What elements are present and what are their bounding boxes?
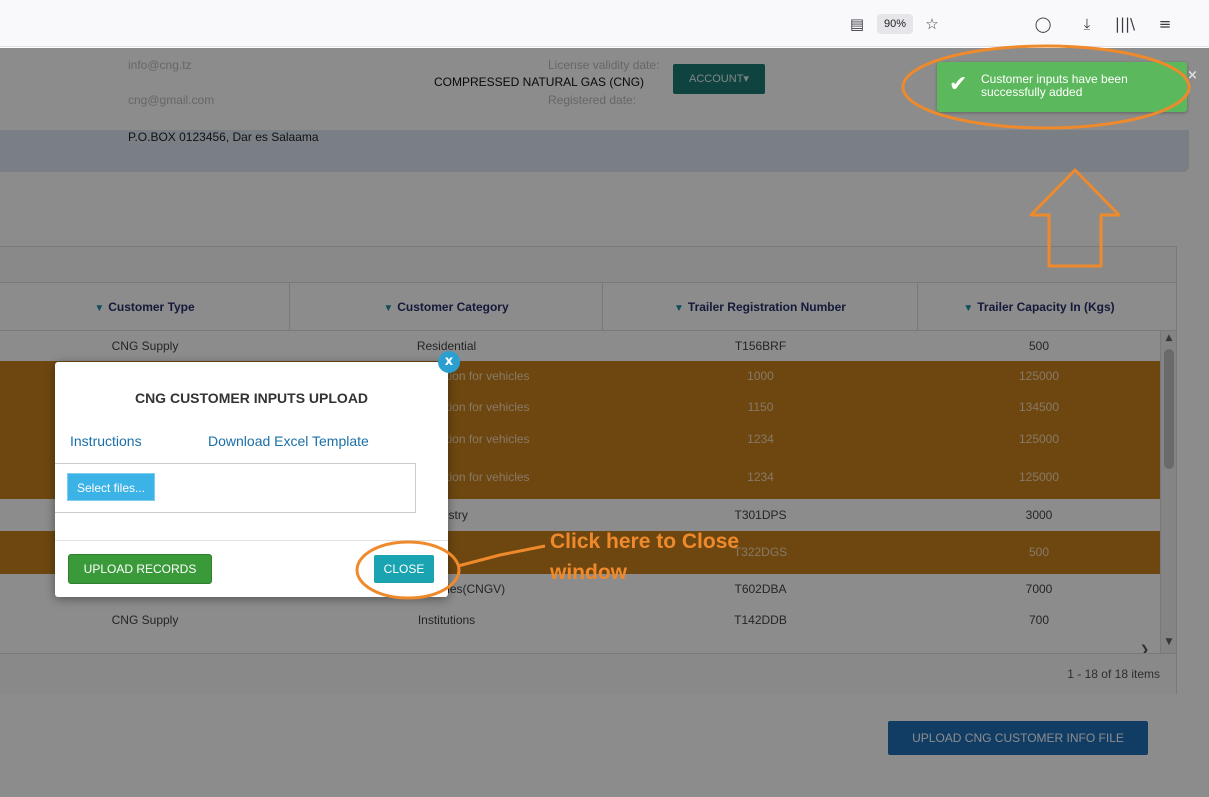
- up-arrow-icon: [1029, 168, 1121, 268]
- callout-line2: window: [550, 561, 627, 584]
- close-highlight-ellipse: [355, 540, 461, 600]
- annotation-layer: [355, 44, 1191, 600]
- callout-text: Click here to Close window: [550, 526, 739, 588]
- callout-pointer-line: [457, 544, 546, 568]
- toast-highlight-ellipse: [901, 44, 1191, 130]
- callout-line1: Click here to Close: [550, 530, 740, 553]
